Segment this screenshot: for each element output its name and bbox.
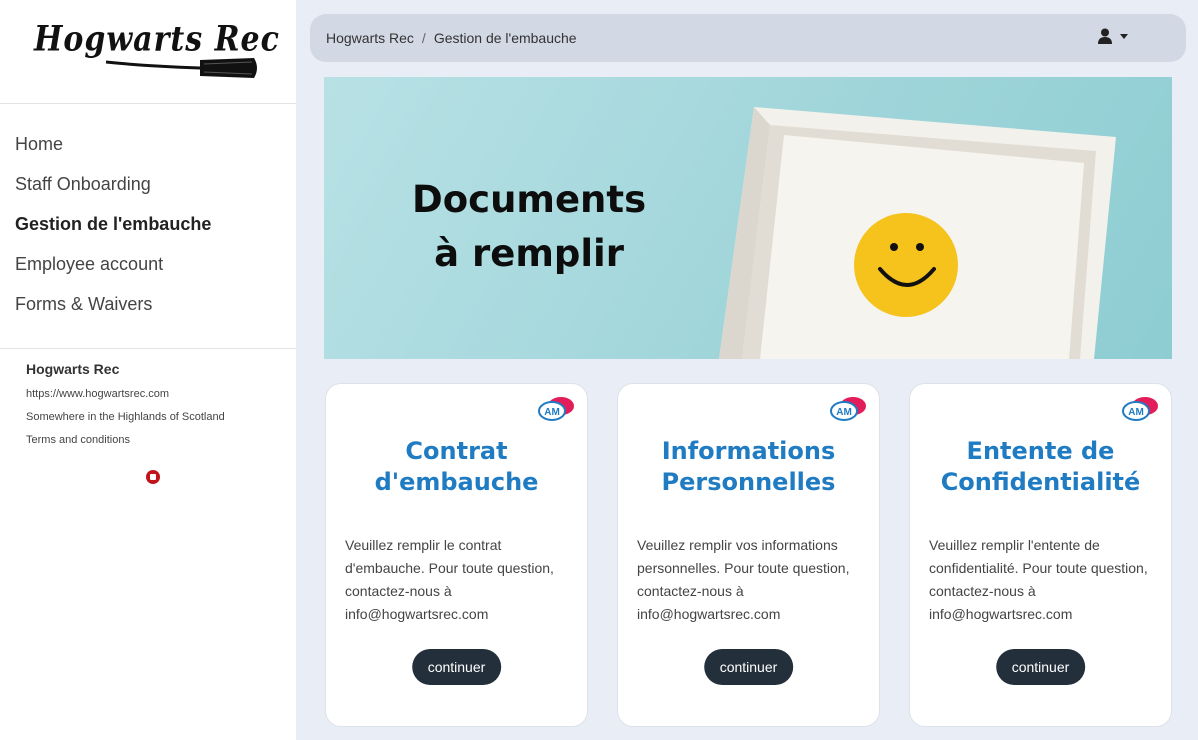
card-description: Veuillez remplir vos informations person…	[637, 537, 850, 622]
card-title-line2: Confidentialité	[940, 468, 1141, 496]
am-chat-icon: AM	[538, 397, 574, 421]
continue-button-informations[interactable]: continuer	[703, 649, 794, 685]
card-title-line2: Personnelles	[661, 468, 836, 496]
banner-title-line1: Documents	[412, 178, 647, 221]
am-badge-text: AM	[836, 407, 852, 418]
card-title: Contrat d'embauche	[326, 436, 587, 498]
banner-title: Documents à remplir	[412, 173, 646, 281]
sidebar-item-home[interactable]: Home	[0, 124, 296, 164]
am-badge-text: AM	[544, 407, 560, 418]
company-info: Hogwarts Rec https://www.hogwartsrec.com…	[0, 349, 296, 484]
top-bar: Hogwarts Rec / Gestion de l'embauche	[310, 14, 1186, 62]
am-chat-icon: AM	[1122, 397, 1158, 421]
breadcrumb: Hogwarts Rec / Gestion de l'embauche	[326, 30, 577, 46]
terms-link[interactable]: Terms and conditions	[26, 429, 296, 452]
card-title-line2: d'embauche	[374, 468, 539, 496]
company-url-link[interactable]: https://www.hogwartsrec.com	[26, 383, 296, 406]
logo[interactable]: Hogwarts Rec	[0, 0, 296, 104]
card-title-line1: Informations	[661, 437, 836, 465]
broom-icon	[105, 58, 257, 78]
sidebar-item-staff-onboarding[interactable]: Staff Onboarding	[0, 164, 296, 204]
youtube-icon[interactable]	[146, 470, 160, 484]
chevron-down-icon	[1120, 33, 1128, 39]
card-title-line1: Contrat	[405, 437, 508, 465]
breadcrumb-current: Gestion de l'embauche	[433, 30, 577, 46]
continue-button-contrat[interactable]: continuer	[411, 649, 502, 685]
sidebar-nav: Home Staff Onboarding Gestion de l'embau…	[0, 104, 296, 349]
company-name: Hogwarts Rec	[26, 361, 120, 377]
card-contrat-embauche: AM Contrat d'embauche Veuillez remplir l…	[325, 383, 588, 727]
sidebar-item-gestion-embauche[interactable]: Gestion de l'embauche	[0, 204, 296, 244]
card-description: Veuillez remplir le contrat d'embauche. …	[345, 537, 554, 622]
sidebar-item-employee-account[interactable]: Employee account	[0, 244, 296, 284]
sidebar-item-forms-waivers[interactable]: Forms & Waivers	[0, 284, 296, 324]
user-menu-button[interactable]	[1098, 28, 1128, 44]
card-entente-confidentialite: AM Entente de Confidentialité Veuillez r…	[909, 383, 1172, 727]
continue-button-entente[interactable]: continuer	[995, 649, 1086, 685]
card-title: Informations Personnelles	[618, 436, 879, 498]
breadcrumb-root[interactable]: Hogwarts Rec	[326, 30, 414, 46]
sidebar: Hogwarts Rec Home Staff Onboarding Gesti…	[0, 0, 296, 740]
company-address: Somewhere in the Highlands of Scotland	[26, 411, 225, 423]
banner-image: Documents à remplir	[324, 77, 1172, 359]
am-chat-icon: AM	[830, 397, 866, 421]
card-informations-personnelles: AM Informations Personnelles Veuillez re…	[617, 383, 880, 727]
card-description: Veuillez remplir l'entente de confidenti…	[929, 537, 1148, 622]
card-title-line1: Entente de	[966, 437, 1115, 465]
banner-title-line2: à remplir	[434, 232, 624, 275]
breadcrumb-separator: /	[421, 30, 426, 46]
card-title: Entente de Confidentialité	[910, 436, 1171, 498]
am-badge-text: AM	[1128, 407, 1144, 418]
user-icon	[1098, 28, 1112, 44]
